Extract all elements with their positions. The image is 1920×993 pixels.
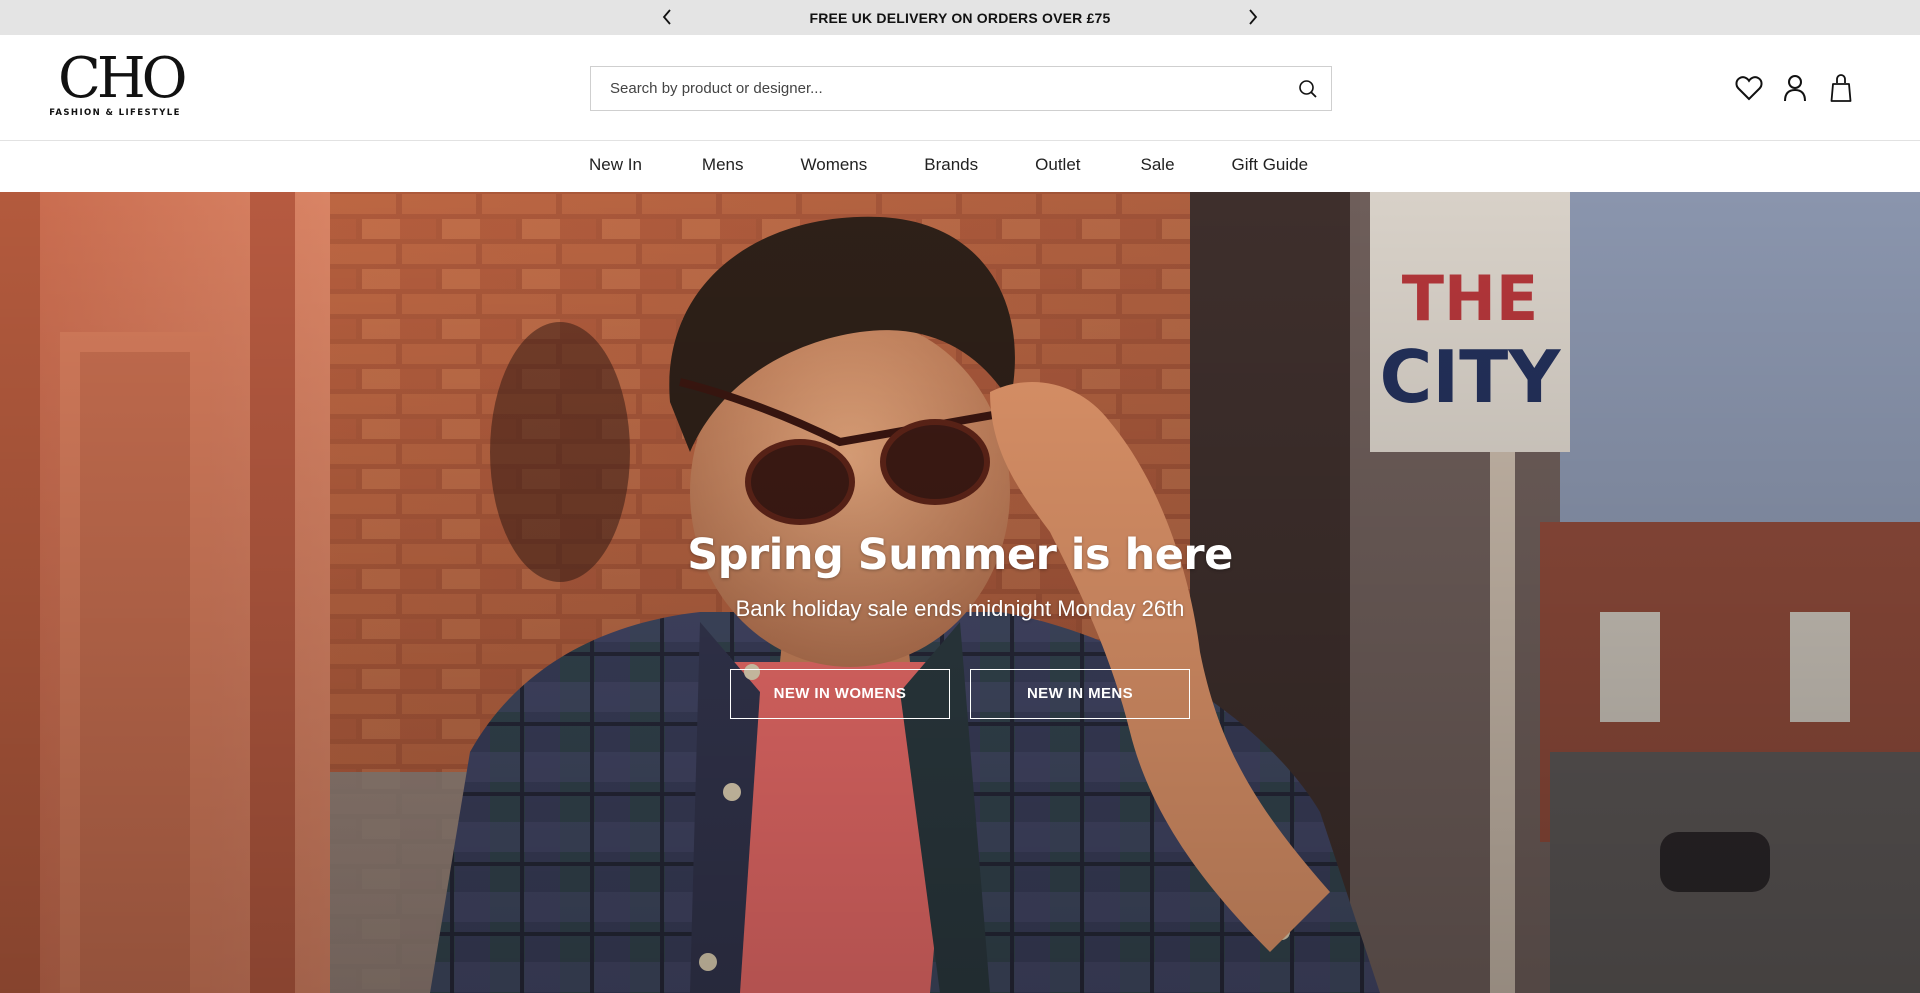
logo[interactable]: CHO FASHION & LIFESTYLE bbox=[48, 46, 188, 123]
nav-item-outlet[interactable]: Outlet bbox=[1035, 142, 1080, 192]
logo-mark: CHO bbox=[58, 46, 188, 111]
search-box bbox=[590, 66, 1332, 111]
nav-item-gift-guide[interactable]: Gift Guide bbox=[1232, 142, 1309, 192]
heart-icon[interactable] bbox=[1735, 73, 1763, 103]
nav-item-new-in[interactable]: New In bbox=[589, 142, 642, 192]
nav-item-mens[interactable]: Mens bbox=[702, 142, 744, 192]
announcement-message: FREE UK DELIVERY ON ORDERS OVER £75 bbox=[809, 10, 1111, 26]
user-icon[interactable] bbox=[1781, 73, 1809, 103]
site-header: CHO FASHION & LIFESTYLE bbox=[0, 35, 1920, 141]
logo-tagline: FASHION & LIFESTYLE bbox=[49, 108, 181, 118]
new-in-mens-button[interactable]: NEW IN MENS bbox=[970, 669, 1190, 719]
chevron-right-icon[interactable] bbox=[1242, 6, 1264, 28]
search-icon[interactable] bbox=[1297, 78, 1319, 100]
hero-title: Spring Summer is here bbox=[687, 530, 1233, 580]
hero-image: THE CITY bbox=[0, 192, 1920, 993]
header-actions bbox=[1735, 73, 1855, 103]
announcement-bar: FREE UK DELIVERY ON ORDERS OVER £75 bbox=[0, 0, 1920, 35]
nav-item-brands[interactable]: Brands bbox=[924, 142, 978, 192]
hero-subtitle: Bank holiday sale ends midnight Monday 2… bbox=[735, 596, 1185, 621]
chevron-left-icon[interactable] bbox=[656, 6, 678, 28]
search-input[interactable] bbox=[591, 67, 1281, 110]
nav-item-sale[interactable]: Sale bbox=[1141, 142, 1175, 192]
hero-banner: THE CITY Spring bbox=[0, 192, 1920, 993]
bag-icon[interactable] bbox=[1827, 73, 1855, 103]
nav-list: New In Mens Womens Brands Outlet Sale Gi… bbox=[589, 142, 1308, 192]
nav-item-womens[interactable]: Womens bbox=[801, 142, 868, 192]
main-nav: New In Mens Womens Brands Outlet Sale Gi… bbox=[0, 142, 1920, 192]
new-in-womens-button[interactable]: NEW IN WOMENS bbox=[730, 669, 950, 719]
